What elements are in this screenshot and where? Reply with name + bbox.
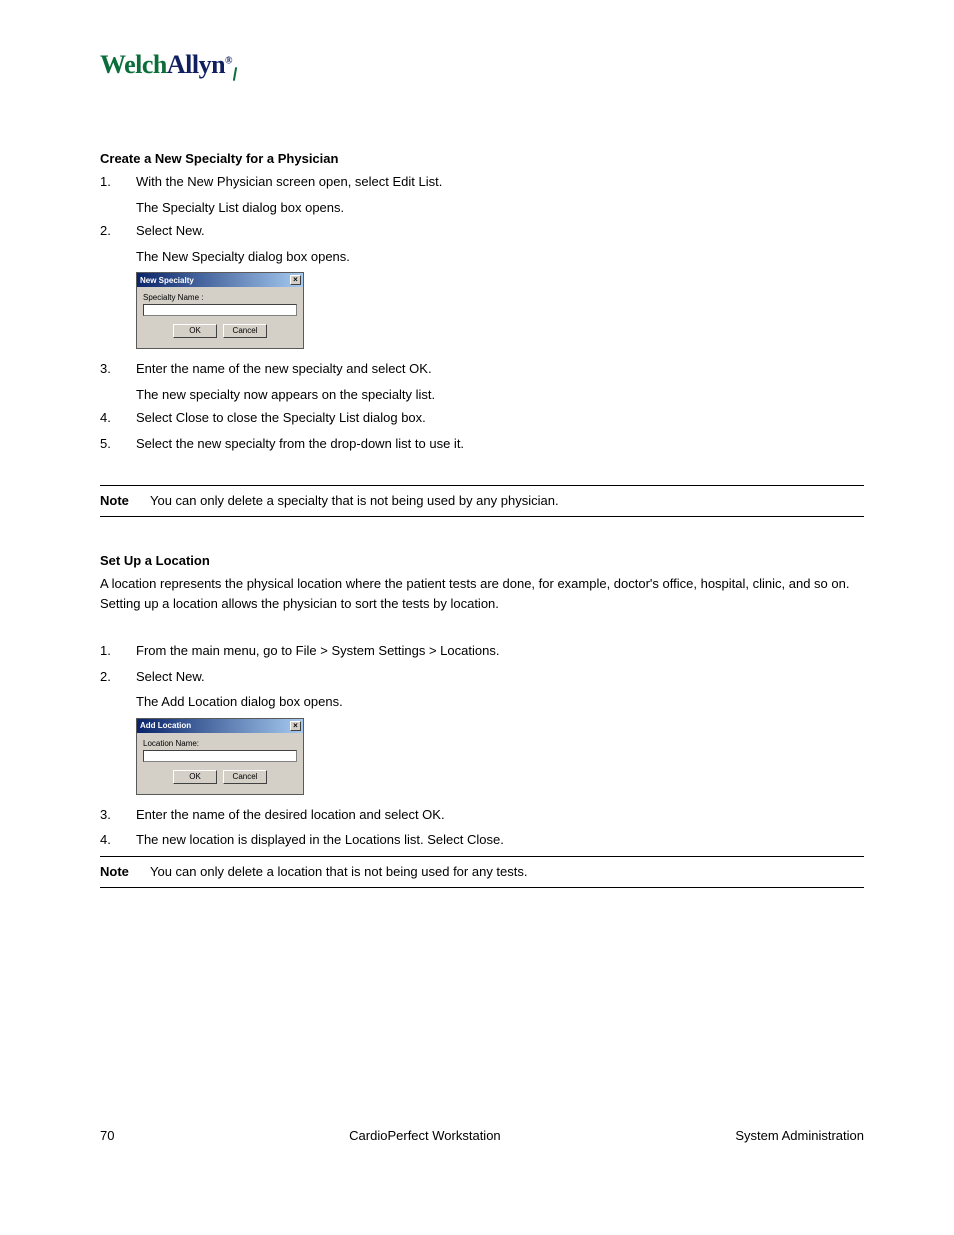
spec-step-2: 2. Select New. — [100, 221, 864, 241]
note-label: Note — [100, 863, 150, 881]
divider — [100, 887, 864, 888]
spec-step2-indent: The New Specialty dialog box opens. New … — [136, 247, 864, 350]
note-text: You can only delete a location that is n… — [150, 863, 864, 881]
indent-text: The New Specialty dialog box opens. — [136, 247, 864, 267]
loc-heading: Set Up a Location — [100, 553, 864, 568]
page-footer: 70 CardioPerfect Workstation System Admi… — [100, 1128, 864, 1143]
location-name-input[interactable] — [143, 750, 297, 762]
logo-swoosh-icon — [233, 67, 237, 81]
add-location-dialog: Add Location × Location Name: OK Cancel — [136, 718, 304, 795]
spec-step-1: 1. With the New Physician screen open, s… — [100, 172, 864, 192]
step-number: 4. — [100, 830, 136, 850]
loc-step-2: 2. Select New. — [100, 667, 864, 687]
step-text: Enter the name of the desired location a… — [136, 805, 864, 825]
indent-text: The new specialty now appears on the spe… — [136, 385, 864, 405]
logo-part2: Allyn — [167, 50, 225, 79]
step-number: 2. — [100, 667, 136, 687]
loc-intro: A location represents the physical locat… — [100, 574, 864, 613]
step-number: 3. — [100, 805, 136, 825]
cancel-button[interactable]: Cancel — [223, 324, 267, 338]
dialog-titlebar: New Specialty × — [137, 273, 303, 287]
spec-step3-indent: The new specialty now appears on the spe… — [136, 385, 864, 405]
step-number: 5. — [100, 434, 136, 454]
divider — [100, 485, 864, 486]
logo-part1: Welch — [100, 50, 167, 79]
page: WelchAllyn® Create a New Specialty for a… — [0, 0, 954, 1183]
footer-section: System Administration — [735, 1128, 864, 1143]
step-text: From the main menu, go to File > System … — [136, 641, 864, 661]
logo: WelchAllyn® — [100, 50, 864, 81]
spec-step-4: 4. Select Close to close the Specialty L… — [100, 408, 864, 428]
spec-step1-indent: The Specialty List dialog box opens. — [136, 198, 864, 218]
loc-step-4: 4. The new location is displayed in the … — [100, 830, 864, 850]
specialty-name-label: Specialty Name : — [143, 293, 297, 302]
ok-button[interactable]: OK — [173, 324, 217, 338]
divider — [100, 516, 864, 517]
dialog-title: New Specialty — [140, 276, 194, 285]
step-text: Select New. — [136, 667, 864, 687]
indent-text: The Specialty List dialog box opens. — [136, 198, 864, 218]
location-name-label: Location Name: — [143, 739, 297, 748]
footer-page-number: 70 — [100, 1128, 114, 1143]
step-number: 4. — [100, 408, 136, 428]
step-text: With the New Physician screen open, sele… — [136, 172, 864, 192]
footer-title: CardioPerfect Workstation — [349, 1128, 501, 1143]
step-text: Select the new specialty from the drop-d… — [136, 434, 864, 454]
loc-step-1: 1. From the main menu, go to File > Syst… — [100, 641, 864, 661]
dialog-title: Add Location — [140, 721, 191, 730]
spec-note: Note You can only delete a specialty tha… — [100, 492, 864, 510]
step-text: Enter the name of the new specialty and … — [136, 359, 864, 379]
new-specialty-dialog: New Specialty × Specialty Name : OK Canc… — [136, 272, 304, 349]
step-number: 2. — [100, 221, 136, 241]
dialog-body: Location Name: OK Cancel — [137, 733, 303, 794]
step-number: 1. — [100, 172, 136, 192]
close-icon[interactable]: × — [290, 275, 301, 285]
indent-text: The Add Location dialog box opens. — [136, 692, 864, 712]
step-text: Select New. — [136, 221, 864, 241]
ok-button[interactable]: OK — [173, 770, 217, 784]
main-content: Create a New Specialty for a Physician 1… — [100, 151, 864, 888]
note-label: Note — [100, 492, 150, 510]
dialog-titlebar: Add Location × — [137, 719, 303, 733]
loc-note: Note You can only delete a location that… — [100, 863, 864, 881]
cancel-button[interactable]: Cancel — [223, 770, 267, 784]
spec-step-3: 3. Enter the name of the new specialty a… — [100, 359, 864, 379]
dialog-body: Specialty Name : OK Cancel — [137, 287, 303, 348]
dialog-button-row: OK Cancel — [143, 316, 297, 344]
step-text: Select Close to close the Specialty List… — [136, 408, 864, 428]
logo-reg: ® — [225, 55, 232, 66]
close-icon[interactable]: × — [290, 721, 301, 731]
step-number: 3. — [100, 359, 136, 379]
spec-heading: Create a New Specialty for a Physician — [100, 151, 864, 166]
spec-step-5: 5. Select the new specialty from the dro… — [100, 434, 864, 454]
dialog-button-row: OK Cancel — [143, 762, 297, 790]
note-text: You can only delete a specialty that is … — [150, 492, 864, 510]
loc-step-3: 3. Enter the name of the desired locatio… — [100, 805, 864, 825]
step-number: 1. — [100, 641, 136, 661]
divider — [100, 856, 864, 857]
specialty-name-input[interactable] — [143, 304, 297, 316]
step-text: The new location is displayed in the Loc… — [136, 830, 864, 850]
loc-step2-indent: The Add Location dialog box opens. Add L… — [136, 692, 864, 795]
